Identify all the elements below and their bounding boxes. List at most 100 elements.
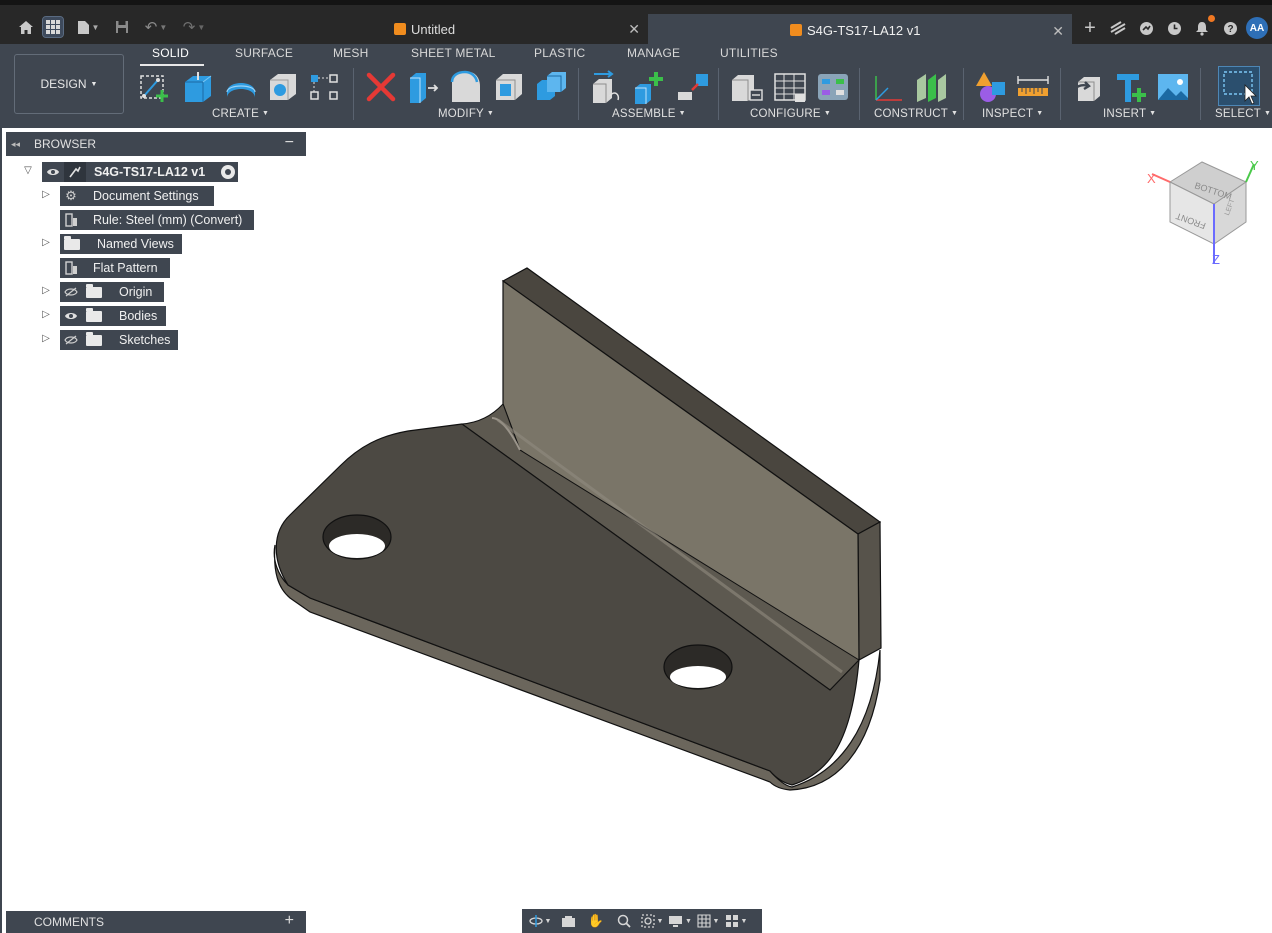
fillet-icon[interactable] bbox=[449, 70, 483, 104]
revolve-icon[interactable] bbox=[224, 70, 258, 104]
display-settings-icon[interactable]: ▼ bbox=[668, 911, 692, 931]
browser-item-label: Bodies bbox=[119, 309, 158, 323]
browser-item-flat-pattern[interactable]: Flat Pattern bbox=[60, 258, 170, 278]
create-sketch-icon[interactable] bbox=[138, 70, 172, 104]
close-icon[interactable]: ✕ bbox=[1052, 23, 1064, 40]
gear-icon: ⚙ bbox=[65, 188, 77, 203]
home-icon[interactable] bbox=[16, 17, 36, 37]
browser-item-label: Named Views bbox=[97, 237, 174, 251]
browser-item-sketches[interactable]: Sketches bbox=[60, 330, 178, 350]
view-cube[interactable]: BOTTOM FRONT LEFT X Y Z bbox=[1140, 152, 1264, 270]
orbit-icon[interactable]: ▼ bbox=[528, 911, 552, 931]
job-status-clock-icon[interactable] bbox=[1164, 18, 1184, 38]
group-assemble[interactable]: ASSEMBLE ▼ bbox=[612, 108, 686, 120]
browser-item-origin[interactable]: Origin bbox=[60, 282, 164, 302]
chevron-right-icon[interactable]: ▷ bbox=[40, 333, 52, 344]
workspace-label: DESIGN bbox=[40, 77, 87, 91]
browser-item-bodies[interactable]: Bodies bbox=[60, 306, 166, 326]
file-menu-icon[interactable]: ▼ bbox=[74, 17, 102, 37]
user-avatar[interactable]: AA bbox=[1246, 17, 1268, 39]
browser-panel-header[interactable]: ◂◂ BROWSER − bbox=[6, 132, 306, 156]
interference-icon[interactable] bbox=[974, 70, 1008, 104]
browser-item-material-rule[interactable]: Rule: Steel (mm) (Convert) bbox=[60, 210, 254, 230]
comments-panel-header[interactable]: COMMENTS + bbox=[6, 911, 306, 933]
tab-solid[interactable]: SOLID bbox=[152, 46, 189, 60]
chevron-down-icon[interactable]: ▽ bbox=[22, 165, 34, 176]
save-icon[interactable] bbox=[112, 17, 132, 37]
new-component-icon[interactable] bbox=[590, 70, 624, 104]
visibility-eye-icon[interactable] bbox=[60, 306, 82, 326]
workspace-switcher-button[interactable]: DESIGN ▼ bbox=[14, 54, 124, 114]
redo-icon[interactable]: ↷ ▼ bbox=[180, 17, 208, 37]
sheet-metal-rule-icon bbox=[60, 210, 82, 230]
visibility-hidden-icon[interactable] bbox=[60, 282, 82, 302]
tab-sheet-metal[interactable]: SHEET METAL bbox=[411, 46, 495, 60]
close-icon[interactable]: ✕ bbox=[628, 21, 640, 38]
browser-item-document-settings[interactable]: ⚙ Document Settings bbox=[60, 186, 214, 206]
chevron-right-icon[interactable]: ▷ bbox=[40, 237, 52, 248]
extrude-icon[interactable] bbox=[181, 70, 215, 104]
pattern-icon[interactable] bbox=[308, 70, 342, 104]
online-status-icon[interactable] bbox=[1136, 18, 1156, 38]
tab-surface[interactable]: SURFACE bbox=[235, 46, 293, 60]
insert-derive-icon[interactable] bbox=[1070, 70, 1104, 104]
combine-icon[interactable] bbox=[535, 70, 569, 104]
viewports-icon[interactable]: ▼ bbox=[724, 911, 748, 931]
extensions-icon[interactable] bbox=[1108, 18, 1128, 38]
offset-plane-icon[interactable] bbox=[872, 70, 906, 104]
visibility-eye-icon[interactable] bbox=[42, 162, 64, 182]
collapse-panel-icon[interactable]: ◂◂ bbox=[11, 139, 34, 150]
tab-manage[interactable]: MANAGE bbox=[627, 46, 680, 60]
axis-x-label: X bbox=[1147, 171, 1156, 186]
configure-design-icon[interactable] bbox=[730, 70, 764, 104]
look-at-icon[interactable] bbox=[556, 911, 580, 931]
data-panel-grid-icon[interactable] bbox=[42, 16, 64, 38]
activate-radio-icon[interactable] bbox=[221, 165, 236, 179]
as-built-joint-icon[interactable] bbox=[676, 70, 710, 104]
help-icon[interactable]: ? bbox=[1220, 18, 1240, 38]
tab-active-document[interactable]: S4G-TS17-LA12 v1 ✕ bbox=[648, 14, 1072, 44]
tab-untitled[interactable]: Untitled ✕ bbox=[386, 14, 648, 44]
pan-hand-icon[interactable]: ✋ bbox=[584, 911, 608, 931]
group-inspect[interactable]: INSPECT ▼ bbox=[982, 108, 1043, 120]
group-modify[interactable]: MODIFY ▼ bbox=[438, 108, 494, 120]
add-comment-icon[interactable]: + bbox=[285, 912, 294, 930]
group-insert[interactable]: INSERT ▼ bbox=[1103, 108, 1156, 120]
group-configure[interactable]: CONFIGURE ▼ bbox=[750, 108, 831, 120]
configuration-rules-icon[interactable] bbox=[816, 70, 850, 104]
visibility-hidden-icon[interactable] bbox=[60, 330, 82, 350]
joint-icon[interactable] bbox=[633, 70, 667, 104]
tab-plastic[interactable]: PLASTIC bbox=[534, 46, 585, 60]
browser-item-named-views[interactable]: Named Views bbox=[60, 234, 182, 254]
group-select[interactable]: SELECT ▼ bbox=[1215, 108, 1271, 120]
insert-mcmaster-icon[interactable] bbox=[1113, 70, 1147, 104]
midplane-icon[interactable] bbox=[914, 70, 948, 104]
delete-icon[interactable] bbox=[364, 70, 398, 104]
tab-utilities[interactable]: UTILITIES bbox=[720, 46, 778, 60]
browser-root-node[interactable]: S4G-TS17-LA12 v1 bbox=[42, 162, 238, 182]
measure-icon[interactable] bbox=[1016, 70, 1050, 104]
minimize-icon[interactable]: − bbox=[285, 134, 294, 152]
hole-icon[interactable] bbox=[266, 70, 300, 104]
svg-text:?: ? bbox=[1227, 24, 1233, 35]
undo-icon[interactable]: ↶ ▼ bbox=[142, 17, 170, 37]
fit-icon[interactable]: ▼ bbox=[640, 911, 664, 931]
browser-item-label: Rule: Steel (mm) (Convert) bbox=[93, 213, 243, 227]
chevron-right-icon[interactable]: ▷ bbox=[40, 189, 52, 200]
group-create[interactable]: CREATE ▼ bbox=[212, 108, 269, 120]
select-tool-button[interactable] bbox=[1218, 66, 1260, 106]
design-cube-icon bbox=[790, 24, 802, 36]
chevron-right-icon[interactable]: ▷ bbox=[40, 309, 52, 320]
sheet-metal-part-model[interactable] bbox=[268, 262, 888, 794]
configuration-table-icon[interactable] bbox=[773, 70, 807, 104]
tab-mesh[interactable]: MESH bbox=[333, 46, 368, 60]
browser-item-label: Sketches bbox=[119, 333, 171, 347]
insert-canvas-icon[interactable] bbox=[1156, 70, 1190, 104]
grid-settings-icon[interactable]: ▼ bbox=[696, 911, 720, 931]
chevron-right-icon[interactable]: ▷ bbox=[40, 285, 52, 296]
press-pull-icon[interactable] bbox=[406, 70, 440, 104]
zoom-icon[interactable] bbox=[612, 911, 636, 931]
group-construct[interactable]: CONSTRUCT ▼ bbox=[874, 108, 958, 120]
new-tab-plus-icon[interactable]: + bbox=[1080, 17, 1100, 39]
shell-icon[interactable] bbox=[492, 70, 526, 104]
